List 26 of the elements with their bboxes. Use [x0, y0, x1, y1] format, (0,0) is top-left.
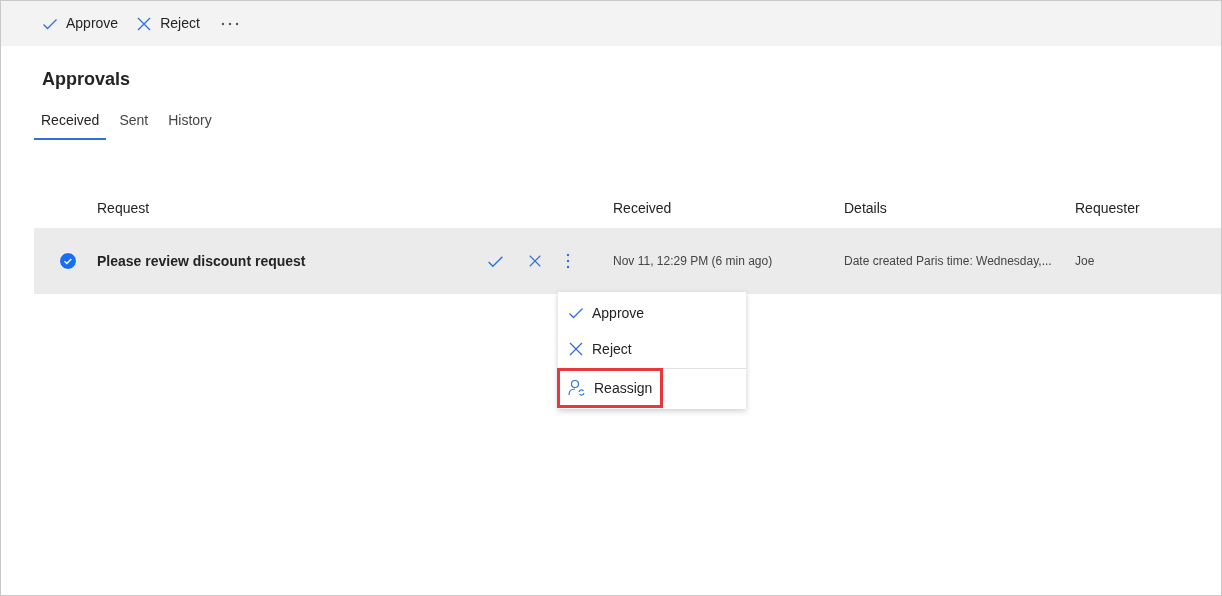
table-cell-text: Nov 11, 12:29 PM (6 min ago)	[613, 253, 774, 270]
table-cell-text: Joe	[1075, 253, 1095, 270]
menu-item[interactable]: Approve	[560, 296, 653, 330]
checkmark-circle-icon[interactable]	[58, 252, 77, 270]
table-row[interactable]: Please review discount request Nov 11, 12:29 PM (6 min ago) Date created Paris time: Wednesday,... Joe	[34, 228, 1221, 294]
table-cell-text: Date created Paris time: Wednesday,...	[844, 253, 1053, 270]
close-icon	[568, 341, 584, 357]
person-sync-icon	[568, 379, 586, 397]
column-header: Received	[613, 198, 673, 218]
page-title: Approvals	[42, 68, 132, 91]
menu-item[interactable]: Reject	[560, 332, 640, 366]
toolbar-button[interactable]: Approve	[41, 13, 120, 34]
tab[interactable]: Sent	[112, 110, 156, 140]
more-vertical-icon[interactable]	[566, 253, 570, 269]
menu-item[interactable]: Reassign	[560, 371, 661, 405]
close-icon	[528, 254, 542, 268]
request-title: Please review discount request	[97, 251, 307, 271]
more-icon[interactable]	[220, 21, 239, 26]
tab[interactable]: History	[161, 110, 219, 140]
tab[interactable]: Received	[34, 110, 107, 140]
column-header: Requester	[1075, 198, 1140, 218]
toolbar-button[interactable]: Reject	[135, 13, 201, 34]
close-icon	[136, 15, 153, 32]
column-header: Details	[844, 198, 888, 218]
check-icon	[568, 305, 584, 321]
column-header: Request	[97, 198, 151, 218]
